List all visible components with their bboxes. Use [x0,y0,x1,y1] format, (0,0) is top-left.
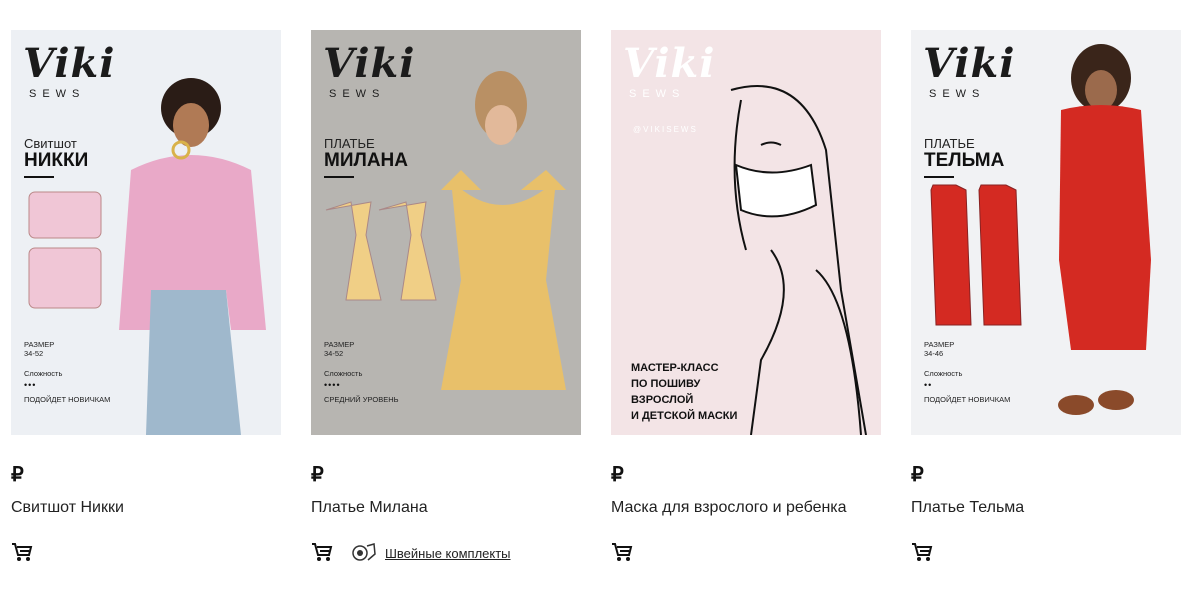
complexity-label: Сложность [24,369,63,378]
sewing-kit-label[interactable]: Швейные комплекты [385,546,511,561]
caption-line: ПО ПОШИВУ [631,378,701,390]
sewing-kit-link[interactable]: Швейные комплекты [351,542,511,564]
brand-name: Viki [923,40,1016,87]
size-value: 34-46 [924,349,944,358]
level-label: ПОДОЙДЕТ НОВИЧКАМ [24,395,111,404]
divider [924,176,954,178]
product-card: Viki SEWS ПЛАТЬЕ МИЛАНА РАЗМЕР 34-52 Сло… [311,30,581,561]
cart-icon[interactable] [11,542,33,562]
size-value: 34-52 [24,349,44,358]
cover-name: МИЛАНА [324,150,408,171]
product-card: Viki SEWS Свитшот НИККИ РАЗМЕР 34-52 Сло… [11,30,281,561]
brand-logo: Viki SEWS [623,40,743,101]
divider [24,176,54,178]
product-cover-image[interactable]: Viki SEWS ПЛАТЬЕ ТЕЛЬМА РАЗМЕР 34-46 Сло… [911,30,1181,435]
brand-sub: SEWS [329,88,386,100]
product-title[interactable]: Платье Милана [311,499,428,517]
price: ₽ [11,464,24,486]
cover-type: ПЛАТЬЕ [924,136,975,151]
complexity-dots: •• [924,380,933,390]
product-title[interactable]: Маска для взрослого и ребенка [611,499,847,517]
level-label: ПОДОЙДЕТ НОВИЧКАМ [924,395,1011,404]
product-cover-image[interactable]: Viki SEWS Свитшот НИККИ РАЗМЕР 34-52 Сло… [11,30,281,435]
product-card: Viki SEWS ПЛАТЬЕ ТЕЛЬМА РАЗМЕР 34-46 Сло… [911,30,1181,561]
product-card: Viki SEWS @VIKISEWS МАСТЕР-КЛАСС ПО ПОШИ… [611,30,881,561]
complexity-dots: •••• [324,380,341,390]
cover-type: Свитшот [24,136,77,151]
product-title[interactable]: Свитшот Никки [11,499,124,517]
cart-icon[interactable] [911,542,933,562]
price: ₽ [911,464,924,486]
social-handle: @VIKISEWS [633,125,698,134]
complexity-label: Сложность [924,369,963,378]
brand-logo: Viki SEWS [323,40,443,101]
brand-logo: Viki SEWS [23,40,143,101]
product-title[interactable]: Платье Тельма [911,499,1024,517]
caption-line: МАСТЕР-КЛАСС [631,362,719,374]
brand-name: Viki [623,40,716,87]
masterclass-caption: МАСТЕР-КЛАСС ПО ПОШИВУ ВЗРОСЛОЙ И ДЕТСКО… [631,360,761,424]
product-cover-image[interactable]: Viki SEWS @VIKISEWS МАСТЕР-КЛАСС ПО ПОШИ… [611,30,881,435]
price: ₽ [311,464,324,486]
cover-type: ПЛАТЬЕ [324,136,375,151]
brand-name: Viki [323,40,416,87]
brand-name: Viki [23,40,116,87]
brand-sub: SEWS [629,88,686,100]
complexity-label: Сложность [324,369,363,378]
sewing-kit-icon [352,543,376,561]
divider [324,176,354,178]
level-label: СРЕДНИЙ УРОВЕНЬ [324,395,399,404]
cart-icon[interactable] [311,542,333,562]
brand-sub: SEWS [29,88,86,100]
cover-name: НИККИ [24,150,89,171]
size-value: 34-52 [324,349,344,358]
brand-logo: Viki SEWS [923,40,1043,101]
caption-line: И ДЕТСКОЙ МАСКИ [631,410,738,422]
price: ₽ [611,464,624,486]
complexity-dots: ••• [24,380,37,390]
caption-line: ВЗРОСЛОЙ [631,394,694,406]
cart-icon[interactable] [611,542,633,562]
cover-name: ТЕЛЬМА [924,150,1005,171]
product-grid: Viki SEWS Свитшот НИККИ РАЗМЕР 34-52 Сло… [0,0,1181,605]
product-cover-image[interactable]: Viki SEWS ПЛАТЬЕ МИЛАНА РАЗМЕР 34-52 Сло… [311,30,581,435]
brand-sub: SEWS [929,88,986,100]
